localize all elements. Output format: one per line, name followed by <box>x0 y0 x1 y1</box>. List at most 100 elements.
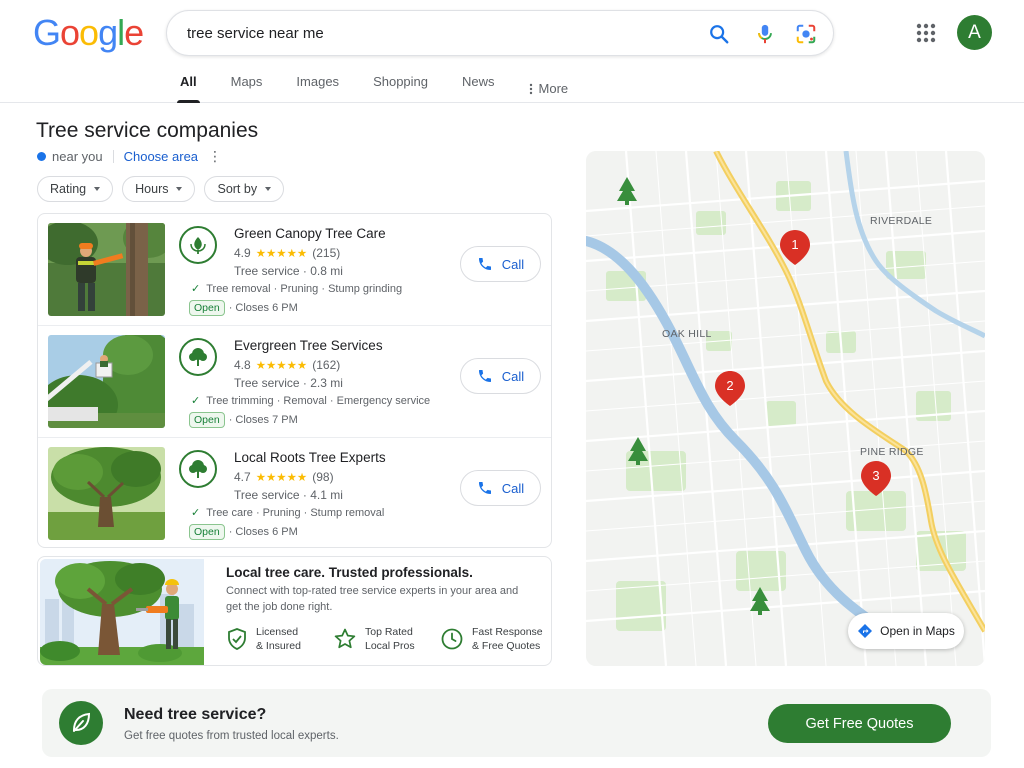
clock-icon <box>441 628 463 650</box>
filter-sort-by[interactable]: Sort by <box>204 176 285 202</box>
pin-number: 1 <box>791 237 798 252</box>
shield-check-icon <box>228 628 246 650</box>
call-label: Call <box>501 256 525 272</box>
result-item[interactable]: Green Canopy Tree Care 4.9 ★★★★★ (215) T… <box>38 214 551 326</box>
services-text: Tree removal · Pruning · Stump grinding <box>206 282 403 295</box>
call-label: Call <box>501 368 525 384</box>
phone-icon <box>478 482 491 494</box>
business-rating: 4.9 ★★★★★ (215) <box>234 246 340 260</box>
business-hours: Open · Closes 6 PM <box>189 300 298 316</box>
caret-down-icon <box>94 187 101 191</box>
review-count: (98) <box>312 470 334 484</box>
header: Google A All Maps <box>0 0 1024 103</box>
promo-card: Local tree care. Trusted professionals. … <box>37 556 552 666</box>
open-badge: Open <box>189 412 225 428</box>
choose-area-link[interactable]: Choose area <box>124 149 198 164</box>
check-icon: ✓ <box>191 395 201 407</box>
feature-fast-response: Fast Response & Free Quotes <box>440 625 550 653</box>
phone-icon <box>478 258 491 270</box>
rating-value: 4.7 <box>234 470 251 484</box>
feature-top-rated: Top Rated Local Pros <box>333 625 428 653</box>
results-map[interactable]: 1 2 3 RIVERDALE OAK HILL PINE RIDGE Open… <box>586 151 985 666</box>
business-name[interactable]: Local Roots Tree Experts <box>234 450 386 465</box>
tab-more-label: More <box>538 81 569 96</box>
location-dot-icon <box>37 152 46 161</box>
tab-maps[interactable]: Maps <box>231 70 263 103</box>
business-rating: 4.8 ★★★★★ (162) <box>234 358 340 372</box>
business-services: ✓ Tree care · Pruning · Stump removal <box>191 506 385 520</box>
filter-label: Sort by <box>217 182 258 196</box>
avatar[interactable]: A <box>957 15 992 50</box>
tab-more[interactable]: More <box>529 70 569 103</box>
search-box <box>166 10 834 56</box>
get-free-quotes-button[interactable]: Get Free Quotes <box>768 704 951 743</box>
business-meta: Tree service · 2.3 mi <box>234 376 343 390</box>
business-name[interactable]: Green Canopy Tree Care <box>234 226 386 241</box>
feature-line: Licensed <box>256 626 299 638</box>
star-rating-icon: ★★★★★ <box>255 360 308 372</box>
google-logo[interactable]: Google <box>33 12 144 54</box>
filter-label: Hours <box>135 182 169 196</box>
tree-logo-icon <box>179 226 217 264</box>
feature-line: & Free Quotes <box>472 640 541 652</box>
search-input[interactable] <box>187 11 687 55</box>
tab-images[interactable]: Images <box>296 70 339 103</box>
camera-lens-icon[interactable] <box>795 23 817 45</box>
result-item[interactable]: Evergreen Tree Services 4.8 ★★★★★ (162) … <box>38 326 551 438</box>
open-in-maps-button[interactable]: Open in Maps <box>848 613 964 649</box>
tab-shopping[interactable]: Shopping <box>373 70 428 103</box>
search-icon[interactable] <box>708 23 730 45</box>
map-canvas[interactable]: 1 2 3 <box>586 151 985 666</box>
business-rating: 4.7 ★★★★★ (98) <box>234 470 334 484</box>
services-text: Tree care · Pruning · Stump removal <box>206 506 385 519</box>
tab-all[interactable]: All <box>177 70 200 103</box>
feature-line: Fast Response <box>472 626 543 638</box>
business-name[interactable]: Evergreen Tree Services <box>234 338 383 353</box>
business-photo <box>48 335 165 428</box>
location-row: near you Choose area ⋮ <box>37 148 222 165</box>
caret-down-icon <box>176 187 183 191</box>
services-text: Tree trimming · Removal · Emergency serv… <box>206 394 431 407</box>
promo-title: Local tree care. Trusted professionals. <box>226 565 473 580</box>
results-list: Green Canopy Tree Care 4.9 ★★★★★ (215) T… <box>37 213 552 548</box>
business-photo <box>48 447 165 540</box>
closing-time: · Closes 6 PM <box>228 526 298 538</box>
star-rating-icon: ★★★★★ <box>255 248 308 260</box>
more-vertical-icon <box>529 83 532 94</box>
options-icon[interactable]: ⋮ <box>208 148 222 165</box>
tab-news[interactable]: News <box>462 70 495 103</box>
open-badge: Open <box>189 300 225 316</box>
arborist-illustration <box>40 559 204 665</box>
search-tabs: All Maps Images Shopping News More <box>177 70 602 103</box>
open-badge: Open <box>189 524 225 540</box>
call-button[interactable]: Call <box>460 470 541 506</box>
phone-icon <box>478 370 491 382</box>
feature-line: & Insured <box>256 640 301 652</box>
call-button[interactable]: Call <box>460 246 541 282</box>
business-hours: Open · Closes 7 PM <box>189 412 298 428</box>
map-area-label: OAK HILL <box>662 328 712 340</box>
logo-letter: g <box>98 12 118 53</box>
pin-number: 3 <box>872 468 879 483</box>
feature-text: Licensed & Insured <box>256 625 301 653</box>
directions-icon <box>858 624 873 638</box>
check-icon: ✓ <box>191 507 201 519</box>
business-meta: Tree service · 0.8 mi <box>234 264 343 278</box>
call-button[interactable]: Call <box>460 358 541 394</box>
rating-value: 4.8 <box>234 358 251 372</box>
feature-text: Top Rated Local Pros <box>365 625 415 653</box>
location-label: near you <box>52 149 103 164</box>
filter-rating[interactable]: Rating <box>37 176 114 202</box>
filter-hours[interactable]: Hours <box>122 176 196 202</box>
microphone-icon[interactable] <box>754 23 776 45</box>
leaf-icon <box>59 701 103 745</box>
result-item[interactable]: Local Roots Tree Experts 4.7 ★★★★★ (98) … <box>38 438 551 547</box>
filter-label: Rating <box>50 182 87 196</box>
apps-grid-icon[interactable] <box>915 22 937 44</box>
divider <box>112 150 114 163</box>
caret-down-icon <box>265 187 272 191</box>
closing-time: · Closes 7 PM <box>228 414 298 426</box>
rating-value: 4.9 <box>234 246 251 260</box>
map-area-label: RIVERDALE <box>870 215 933 227</box>
business-services: ✓ Tree removal · Pruning · Stump grindin… <box>191 282 403 296</box>
